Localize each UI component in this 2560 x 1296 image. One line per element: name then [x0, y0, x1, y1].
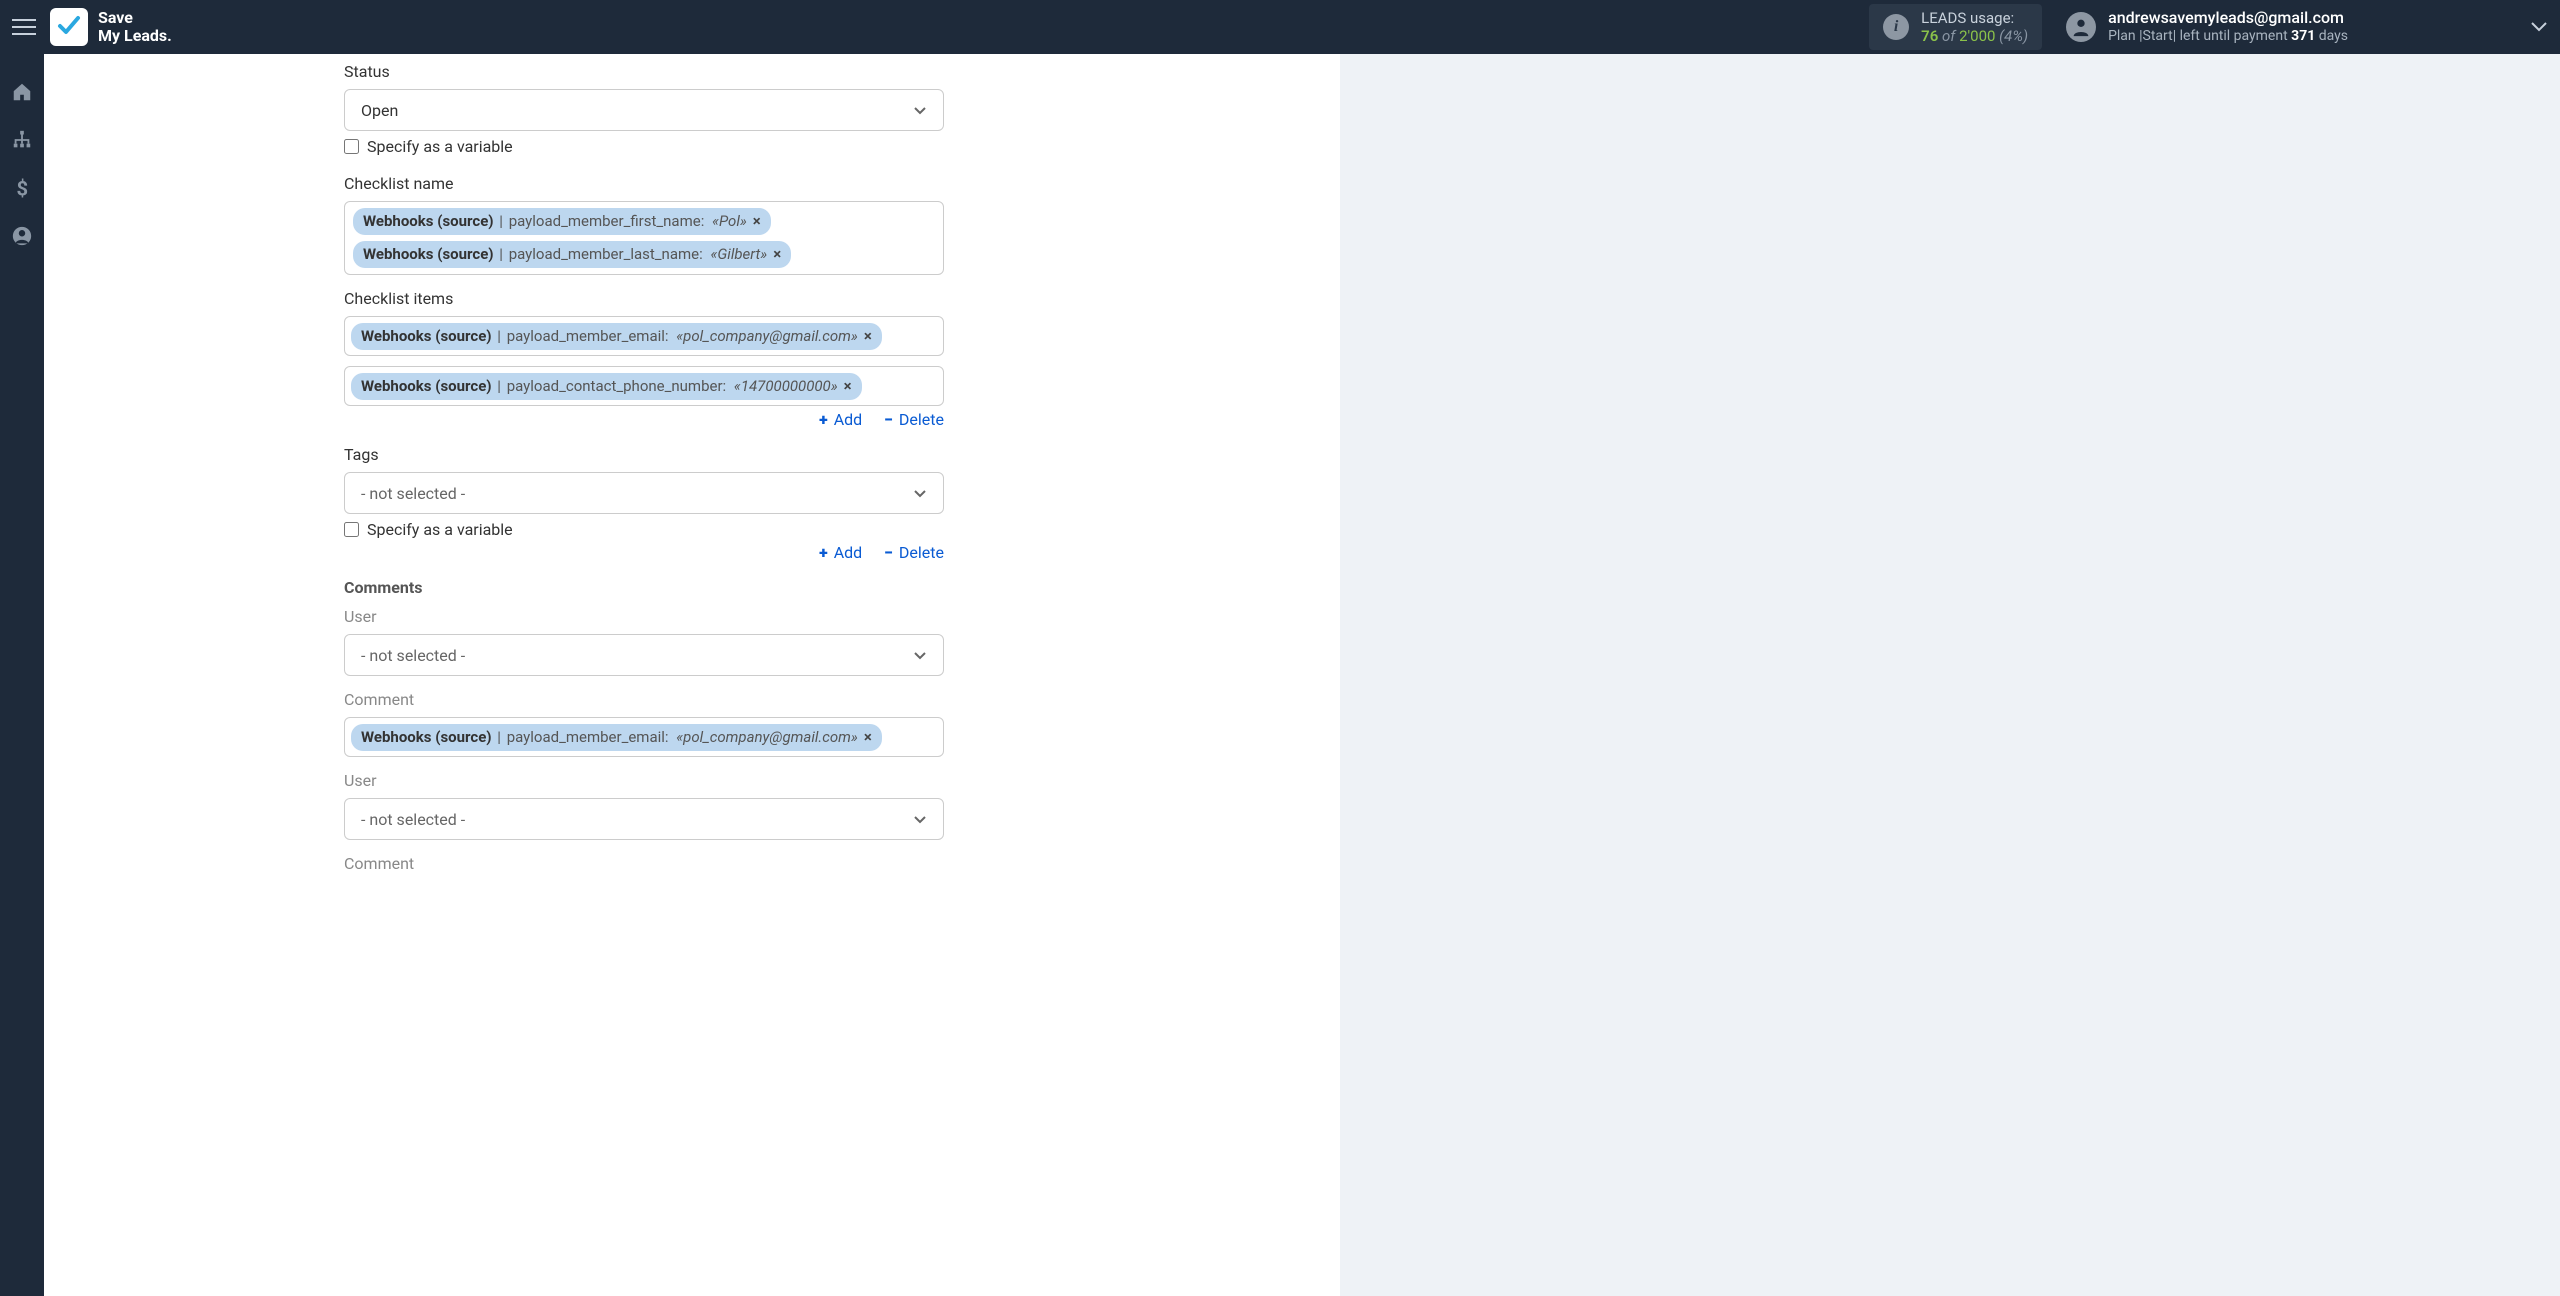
- delete-checklist-item-button[interactable]: −Delete: [884, 410, 944, 429]
- account-email: andrewsavemyleads@gmail.com: [2108, 8, 2348, 28]
- chevron-down-icon: [2530, 18, 2548, 37]
- tags-value: - not selected -: [361, 484, 465, 503]
- plus-icon: +: [819, 410, 828, 429]
- svg-text:$: $: [17, 177, 29, 199]
- sidebar-nav: $: [0, 54, 44, 1296]
- comment-input-1[interactable]: Webhooks (source) | payload_member_email…: [344, 717, 944, 757]
- leads-usage-widget[interactable]: i LEADS usage: 76 of 2'000 (4%): [1869, 4, 2042, 50]
- comment-user-select-2[interactable]: - not selected -: [344, 798, 944, 840]
- sidebar-billing-icon[interactable]: $: [10, 176, 34, 200]
- comment-label-2: Comment: [344, 854, 1284, 873]
- avatar-icon: [2066, 12, 2096, 42]
- delete-tag-button[interactable]: −Delete: [884, 543, 944, 562]
- chevron-down-icon: [913, 810, 927, 829]
- chip-comment-email[interactable]: Webhooks (source) | payload_member_email…: [351, 724, 882, 751]
- account-plan: Plan |Start| left until payment 371 days: [2108, 28, 2348, 46]
- status-value: Open: [361, 101, 398, 120]
- comments-section-label: Comments: [344, 578, 1284, 597]
- status-variable-checkbox[interactable]: [344, 139, 359, 154]
- remove-chip-icon[interactable]: ×: [864, 326, 872, 347]
- leads-usage-value: 76 of 2'000 (4%): [1921, 27, 2028, 45]
- tags-label: Tags: [344, 445, 1284, 464]
- remove-chip-icon[interactable]: ×: [753, 211, 761, 232]
- add-tag-button[interactable]: +Add: [819, 543, 862, 562]
- tags-select[interactable]: - not selected -: [344, 472, 944, 514]
- chevron-down-icon: [913, 101, 927, 120]
- checklist-items-label: Checklist items: [344, 289, 1284, 308]
- form-panel: Status Open Specify as a variable Checkl…: [44, 54, 1340, 1296]
- chip-email[interactable]: Webhooks (source) | payload_member_email…: [351, 323, 882, 350]
- brand-logo[interactable]: Save My Leads.: [50, 8, 172, 46]
- chip-phone[interactable]: Webhooks (source) | payload_contact_phon…: [351, 373, 862, 400]
- chevron-down-icon: [913, 646, 927, 665]
- sidebar-home-icon[interactable]: [10, 80, 34, 104]
- checklist-name-input[interactable]: Webhooks (source) | payload_member_first…: [344, 201, 944, 275]
- comment-label-1: Comment: [344, 690, 1284, 709]
- status-label: Status: [344, 62, 1284, 81]
- sidebar-connections-icon[interactable]: [10, 128, 34, 152]
- comment-user-value-2: - not selected -: [361, 810, 465, 829]
- menu-toggle-button[interactable]: [12, 15, 36, 39]
- tags-variable-label: Specify as a variable: [367, 520, 513, 539]
- remove-chip-icon[interactable]: ×: [773, 244, 781, 265]
- logo-icon: [50, 8, 88, 46]
- info-icon: i: [1883, 14, 1909, 40]
- comment-user-label-1: User: [344, 607, 1284, 626]
- plus-icon: +: [819, 543, 828, 562]
- minus-icon: −: [884, 410, 893, 429]
- add-checklist-item-button[interactable]: +Add: [819, 410, 862, 429]
- chip-first-name[interactable]: Webhooks (source) | payload_member_first…: [353, 208, 771, 235]
- comment-user-value-1: - not selected -: [361, 646, 465, 665]
- account-menu[interactable]: andrewsavemyleads@gmail.com Plan |Start|…: [2066, 8, 2548, 46]
- status-variable-label: Specify as a variable: [367, 137, 513, 156]
- brand-text: Save My Leads.: [98, 9, 172, 44]
- tags-variable-checkbox[interactable]: [344, 522, 359, 537]
- leads-usage-label: LEADS usage:: [1921, 9, 2028, 27]
- checklist-item-input-2[interactable]: Webhooks (source) | payload_contact_phon…: [344, 366, 944, 406]
- remove-chip-icon[interactable]: ×: [844, 376, 852, 397]
- comment-user-select-1[interactable]: - not selected -: [344, 634, 944, 676]
- status-select[interactable]: Open: [344, 89, 944, 131]
- comment-user-label-2: User: [344, 771, 1284, 790]
- checklist-item-input-1[interactable]: Webhooks (source) | payload_member_email…: [344, 316, 944, 356]
- remove-chip-icon[interactable]: ×: [864, 727, 872, 748]
- chip-last-name[interactable]: Webhooks (source) | payload_member_last_…: [353, 241, 791, 268]
- minus-icon: −: [884, 543, 893, 562]
- sidebar-account-icon[interactable]: [10, 224, 34, 248]
- chevron-down-icon: [913, 484, 927, 503]
- checklist-name-label: Checklist name: [344, 174, 1284, 193]
